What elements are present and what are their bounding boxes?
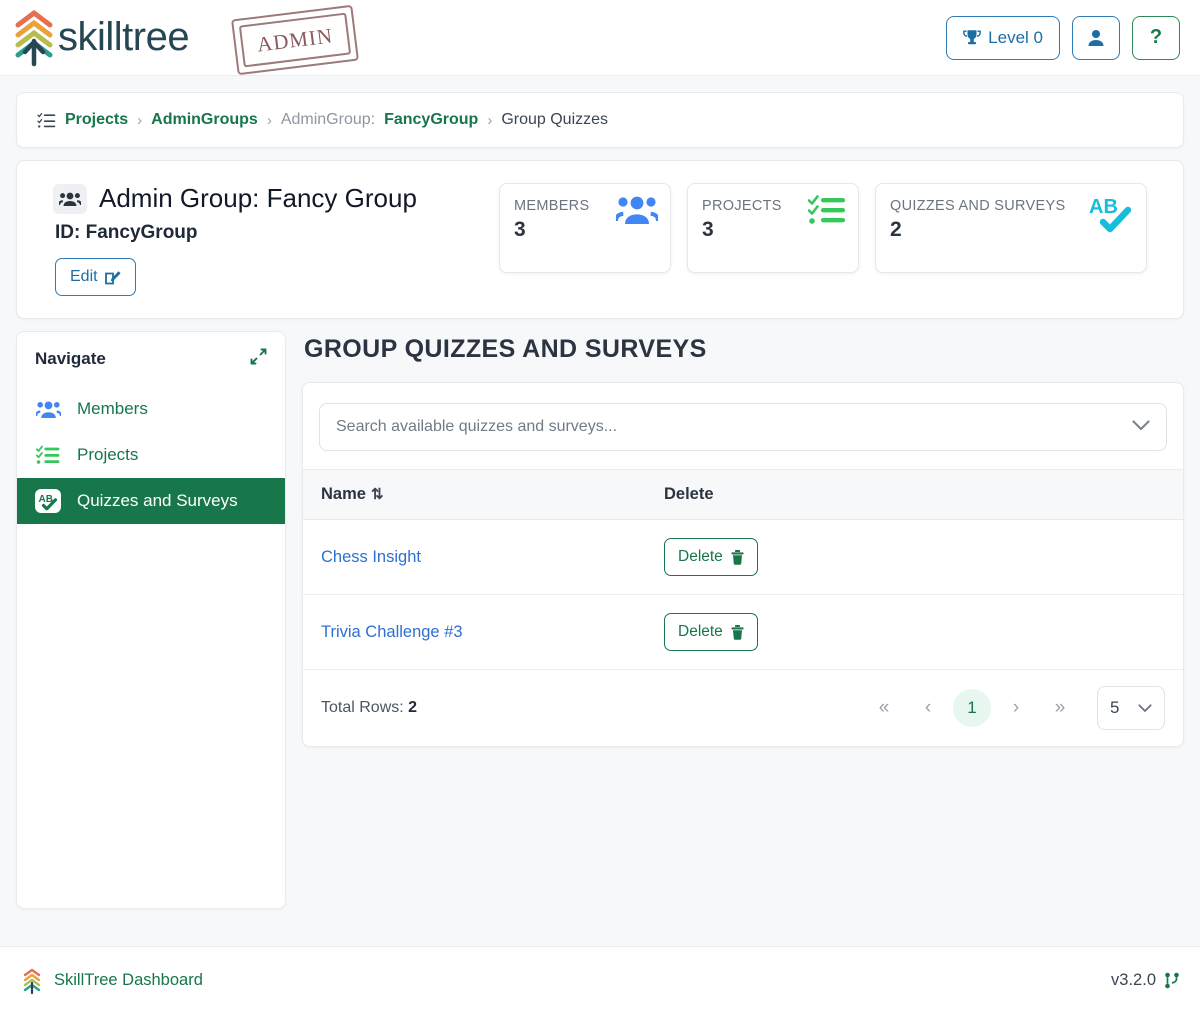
dashboard-link[interactable]: SkillTree Dashboard	[54, 971, 203, 990]
quiz-link[interactable]: Trivia Challenge #3	[321, 623, 463, 641]
pagination-next-button[interactable]: ›	[997, 689, 1035, 727]
page-title: Admin Group: Fancy Group	[99, 183, 417, 213]
skilltree-chevron-logo	[15, 9, 53, 66]
pagination-page-1[interactable]: 1	[953, 689, 991, 727]
svg-text:AB: AB	[1089, 196, 1118, 218]
column-label: Delete	[664, 485, 714, 503]
edit-button-label: Edit	[70, 268, 98, 285]
main-content: GROUP QUIZZES AND SURVEYS Name ⇅	[302, 331, 1184, 747]
admin-stamp: ADMIN	[231, 4, 359, 75]
group-id-label: ID: FancyGroup	[55, 222, 198, 243]
quizzes-panel: Name ⇅ Delete Chess Insight	[302, 382, 1184, 747]
page-header: Admin Group: Fancy Group ID: FancyGroup …	[16, 160, 1184, 319]
breadcrumb-separator: ›	[266, 111, 272, 129]
quiz-link[interactable]: Chess Insight	[321, 548, 421, 566]
cell-delete: Delete	[648, 594, 1183, 670]
tasks-checklist-icon	[35, 445, 61, 465]
table-row: Trivia Challenge #3 Delete	[303, 594, 1183, 670]
pencil-square-icon	[104, 271, 121, 285]
search-select[interactable]	[319, 403, 1167, 451]
compress-arrows-icon[interactable]	[250, 348, 267, 370]
ab-check-icon: AB	[35, 489, 61, 513]
user-menu-button[interactable]	[1072, 15, 1120, 60]
page-size-value: 5	[1110, 698, 1120, 717]
users-group-icon	[53, 183, 87, 214]
total-rows-label: Total Rows:	[321, 699, 404, 716]
sidebar-item-label: Members	[77, 399, 148, 418]
delete-button-label: Delete	[678, 548, 723, 565]
delete-button-label: Delete	[678, 623, 723, 640]
pagination-prev-button[interactable]: ‹	[909, 689, 947, 727]
delete-button[interactable]: Delete	[664, 613, 758, 651]
app-header: skilltree ADMIN Level 0 ?	[0, 0, 1200, 76]
page-size-select[interactable]: 5	[1097, 686, 1165, 730]
version-label: v3.2.0	[1111, 971, 1156, 989]
total-rows: Total Rows: 2	[321, 699, 417, 717]
column-header-name[interactable]: Name ⇅	[303, 469, 648, 520]
breadcrumb-separator: ›	[137, 111, 143, 129]
breadcrumb-label-admingroup: AdminGroup:	[280, 111, 376, 128]
column-header-delete: Delete	[648, 469, 1183, 520]
question-mark-icon: ?	[1149, 26, 1163, 48]
help-button[interactable]: ?	[1132, 15, 1180, 60]
sidebar-item-quizzes-and-surveys[interactable]: AB Quizzes and Surveys	[17, 478, 285, 524]
breadcrumb-separator: ›	[487, 111, 493, 129]
sidebar-nav-list: Members Projects AB Quizzes and Surveys	[17, 380, 285, 524]
level-button[interactable]: Level 0	[946, 15, 1060, 60]
trash-icon	[731, 549, 744, 565]
sort-updown-icon[interactable]: ⇅	[371, 486, 384, 503]
cell-name: Trivia Challenge #3	[303, 594, 648, 670]
pagination-first-button[interactable]: «	[865, 689, 903, 727]
chevron-down-icon[interactable]	[1132, 418, 1150, 436]
user-icon	[1088, 29, 1104, 46]
stat-card-members: MEMBERS 3	[499, 183, 671, 273]
table-header: Name ⇅ Delete	[303, 469, 1183, 520]
edit-button[interactable]: Edit	[55, 258, 136, 296]
navigation-sidebar: Navigate Members Projects AB Quizzes and…	[16, 331, 286, 909]
quizzes-table: Name ⇅ Delete Chess Insight Delete Trivi…	[303, 469, 1183, 670]
stat-card-projects: PROJECTS 3	[687, 183, 859, 273]
level-label: Level 0	[988, 27, 1043, 47]
list-check-icon	[37, 112, 56, 128]
brand-logo[interactable]: skilltree ADMIN	[12, 4, 359, 75]
sidebar-item-label: Projects	[77, 445, 139, 464]
trophy-icon	[963, 30, 981, 45]
users-icon	[614, 194, 660, 231]
pagination-last-button[interactable]: »	[1041, 689, 1079, 727]
chevron-down-icon	[1138, 703, 1152, 712]
skilltree-chevron-logo-small	[23, 968, 41, 994]
header-actions: Level 0 ?	[946, 15, 1180, 60]
trash-icon	[731, 624, 744, 640]
total-rows-value: 2	[408, 699, 418, 716]
column-label: Name	[321, 485, 366, 503]
cell-name: Chess Insight	[303, 519, 648, 595]
sidebar-item-label: Quizzes and Surveys	[77, 491, 238, 510]
ab-check-icon: AB	[1088, 194, 1134, 239]
delete-button[interactable]: Delete	[664, 538, 758, 576]
page-header-info: Admin Group: Fancy Group ID: FancyGroup …	[37, 183, 417, 296]
stat-cards: MEMBERS 3 PROJECTS 3 QUIZZES AND SURVEYS…	[499, 183, 1163, 273]
table-footer: Total Rows: 2 « ‹ 1 › » 5	[303, 670, 1183, 746]
brand-name: skilltree	[58, 15, 190, 59]
main-title: GROUP QUIZZES AND SURVEYS	[304, 335, 707, 363]
page-body: Navigate Members Projects AB Quizzes and…	[16, 331, 1184, 909]
app-footer: SkillTree Dashboard v3.2.0	[0, 946, 1200, 1014]
table-body: Chess Insight Delete Trivia Challenge #3…	[303, 519, 1183, 670]
cell-delete: Delete	[648, 519, 1183, 595]
sidebar-item-projects[interactable]: Projects	[17, 432, 285, 478]
code-branch-icon	[1165, 972, 1179, 989]
breadcrumb-item-admingroups[interactable]: AdminGroups	[151, 111, 258, 129]
users-icon	[35, 400, 61, 419]
breadcrumb: Projects › AdminGroups › AdminGroup: Fan…	[16, 92, 1184, 148]
breadcrumb-item-projects[interactable]: Projects	[65, 111, 128, 129]
pagination: « ‹ 1 › » 5	[865, 686, 1165, 730]
sidebar-title: Navigate	[35, 349, 106, 368]
breadcrumb-item-current: Group Quizzes	[501, 111, 609, 128]
sidebar-item-members[interactable]: Members	[17, 386, 285, 432]
search-input[interactable]	[336, 418, 1132, 436]
stat-card-quizzes-and-surveys: QUIZZES AND SURVEYS 2 AB	[875, 183, 1147, 273]
table-row: Chess Insight Delete	[303, 519, 1183, 595]
breadcrumb-item-fancygroup[interactable]: FancyGroup	[384, 111, 478, 129]
tasks-checklist-icon	[807, 194, 846, 231]
